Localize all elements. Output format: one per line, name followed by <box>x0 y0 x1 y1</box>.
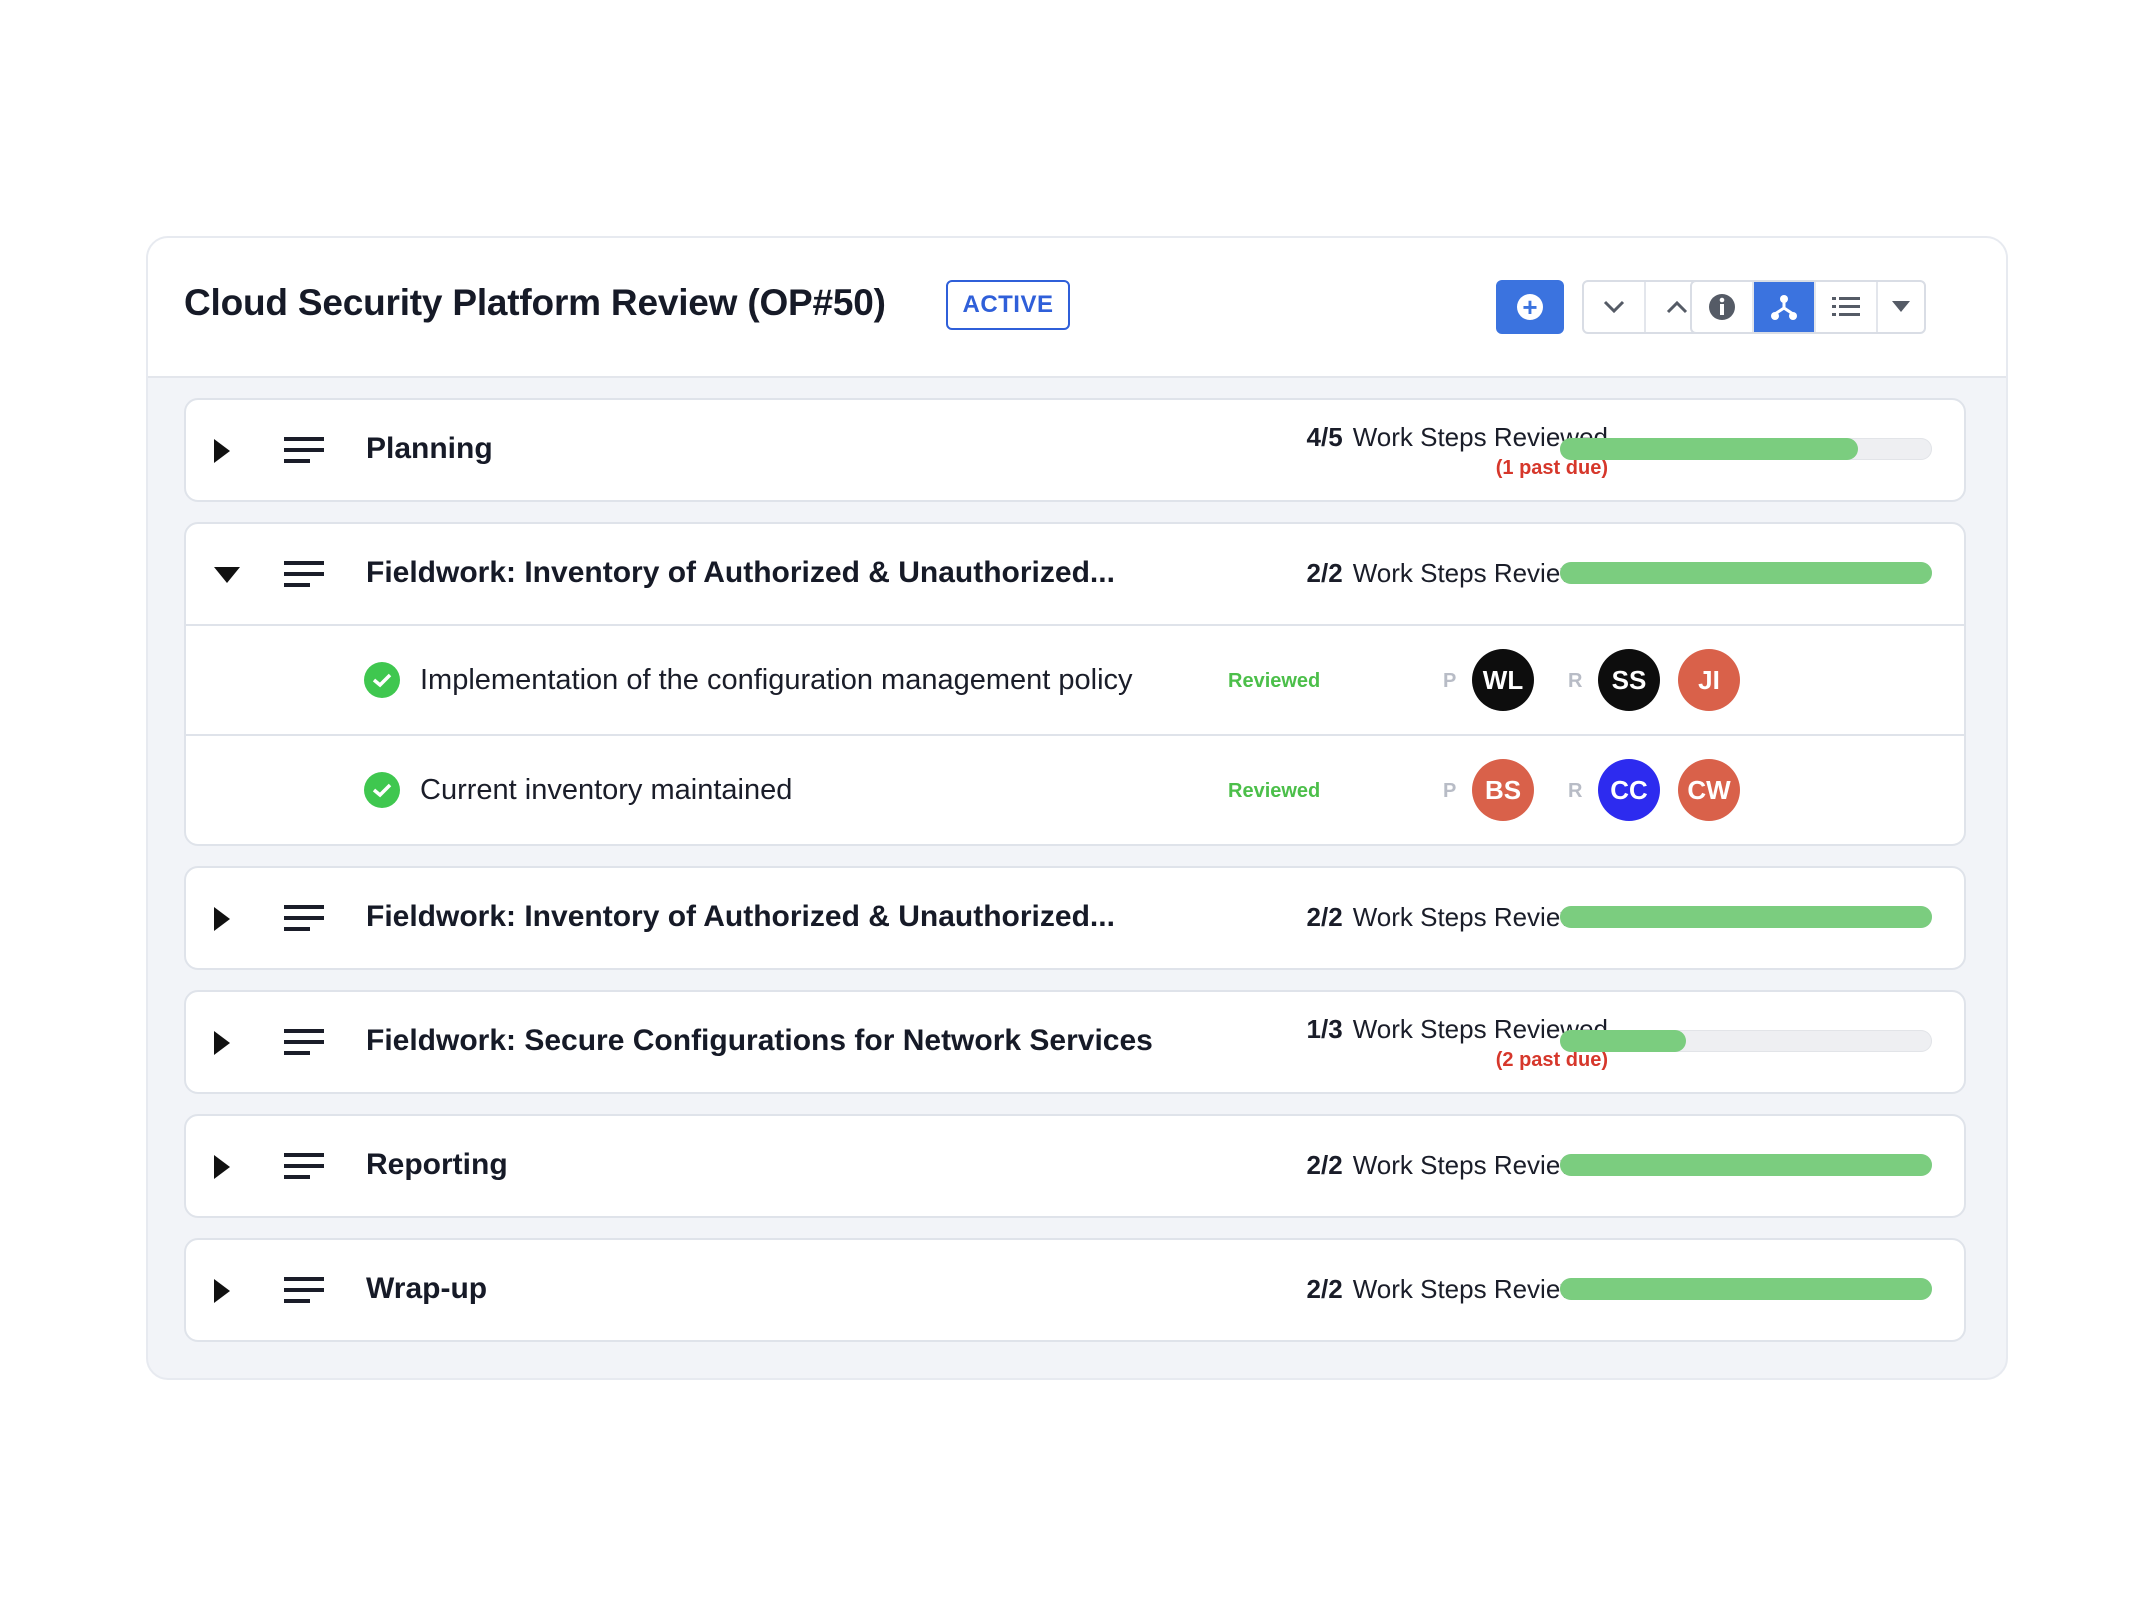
reviewed-count: 2/2 <box>1306 1274 1343 1304</box>
progress-fill <box>1560 1154 1932 1176</box>
section-header[interactable]: Fieldwork: Secure Configurations for Net… <box>186 992 1964 1092</box>
tree-icon <box>1771 295 1797 320</box>
avatar[interactable]: WL <box>1472 649 1534 711</box>
avatar[interactable]: SS <box>1598 649 1660 711</box>
reviewed-count: 2/2 <box>1306 558 1343 588</box>
preparer-role-label: P <box>1443 670 1457 692</box>
chevron-up-icon <box>1666 300 1688 314</box>
add-button[interactable]: + <box>1496 280 1564 334</box>
reviewed-count: 4/5 <box>1306 422 1343 452</box>
collapse-all-button[interactable] <box>1584 282 1646 332</box>
menu-lines-icon <box>284 437 324 463</box>
view-mode-group <box>1690 280 1926 334</box>
caret-right-icon[interactable] <box>214 907 230 931</box>
work-step-title: Current inventory maintained <box>420 774 793 806</box>
progress-fill <box>1560 562 1932 584</box>
section-header[interactable]: Planning 4/5 Work Steps Reviewed (1 past … <box>186 400 1964 500</box>
caret-right-icon[interactable] <box>214 1031 230 1055</box>
list-view-button[interactable] <box>1816 282 1878 332</box>
progress-fill <box>1560 1278 1932 1300</box>
check-circle-icon <box>364 662 400 698</box>
tree-view-button[interactable] <box>1754 282 1816 332</box>
section-header[interactable]: Wrap-up 2/2 Work Steps Reviewed <box>186 1240 1964 1340</box>
caret-right-icon[interactable] <box>214 439 230 463</box>
avatar[interactable]: JI <box>1678 649 1740 711</box>
work-step-row[interactable]: Implementation of the configuration mana… <box>186 624 1964 734</box>
section-row: Planning 4/5 Work Steps Reviewed (1 past … <box>184 398 1966 502</box>
section-title: Wrap-up <box>366 1272 488 1305</box>
past-due-note: (2 past due) <box>1495 1049 1608 1071</box>
section-header[interactable]: Reporting 2/2 Work Steps Reviewed <box>186 1116 1964 1216</box>
avatar[interactable]: BS <box>1472 759 1534 821</box>
section-header[interactable]: Fieldwork: Inventory of Authorized & Una… <box>186 524 1964 624</box>
section-title: Fieldwork: Inventory of Authorized & Una… <box>366 556 1115 589</box>
menu-lines-icon <box>284 1153 324 1179</box>
section-title: Planning <box>366 432 493 465</box>
menu-lines-icon <box>284 905 324 931</box>
menu-lines-icon <box>284 1277 324 1303</box>
progress-fill <box>1560 906 1932 928</box>
preparer-role-label: P <box>1443 780 1457 802</box>
progress-bar <box>1560 1030 1932 1052</box>
progress-bar <box>1560 438 1932 460</box>
progress-fill <box>1560 438 1858 460</box>
section-row: Fieldwork: Secure Configurations for Net… <box>184 990 1966 1094</box>
section-row: Fieldwork: Inventory of Authorized & Una… <box>184 866 1966 970</box>
work-step-status: Reviewed <box>1228 780 1321 802</box>
section-title: Reporting <box>366 1148 508 1181</box>
view-options-dropdown[interactable] <box>1878 282 1924 332</box>
page-title: Cloud Security Platform Review (OP#50) <box>184 282 886 323</box>
progress-fill <box>1560 1030 1687 1052</box>
section-title: Fieldwork: Inventory of Authorized & Una… <box>366 900 1115 933</box>
chevron-down-icon <box>1603 300 1625 314</box>
status-badge: ACTIVE <box>946 280 1070 330</box>
engagement-card: Cloud Security Platform Review (OP#50) A… <box>146 236 2008 1380</box>
info-icon <box>1709 294 1735 320</box>
avatar[interactable]: CW <box>1678 759 1740 821</box>
reviewed-count: 1/3 <box>1306 1014 1343 1044</box>
progress-bar <box>1560 1278 1932 1300</box>
menu-lines-icon <box>284 561 324 587</box>
work-step-status: Reviewed <box>1228 670 1321 692</box>
check-circle-icon <box>364 772 400 808</box>
reviewer-role-label: R <box>1568 670 1583 692</box>
caret-down-icon[interactable] <box>214 567 240 583</box>
past-due-note: (1 past due) <box>1495 457 1608 479</box>
menu-lines-icon <box>284 1029 324 1055</box>
caret-down-icon <box>1892 301 1910 312</box>
section-row: Fieldwork: Inventory of Authorized & Una… <box>184 522 1966 846</box>
reviewed-count: 2/2 <box>1306 1150 1343 1180</box>
section-header[interactable]: Fieldwork: Inventory of Authorized & Una… <box>186 868 1964 968</box>
caret-right-icon[interactable] <box>214 1279 230 1303</box>
plus-circle-icon: + <box>1517 294 1543 320</box>
progress-bar <box>1560 906 1932 928</box>
avatar[interactable]: CC <box>1598 759 1660 821</box>
work-step-row[interactable]: Current inventory maintained Reviewed P … <box>186 734 1964 844</box>
work-step-title: Implementation of the configuration mana… <box>420 664 1133 696</box>
list-icon <box>1832 297 1860 316</box>
progress-bar <box>1560 562 1932 584</box>
card-header: Cloud Security Platform Review (OP#50) A… <box>148 238 2006 378</box>
caret-right-icon[interactable] <box>214 1155 230 1179</box>
progress-bar <box>1560 1154 1932 1176</box>
reviewer-role-label: R <box>1568 780 1583 802</box>
section-row: Reporting 2/2 Work Steps Reviewed <box>184 1114 1966 1218</box>
section-row: Wrap-up 2/2 Work Steps Reviewed <box>184 1238 1966 1342</box>
reviewed-count: 2/2 <box>1306 902 1343 932</box>
info-button[interactable] <box>1692 282 1754 332</box>
section-title: Fieldwork: Secure Configurations for Net… <box>366 1024 1153 1057</box>
